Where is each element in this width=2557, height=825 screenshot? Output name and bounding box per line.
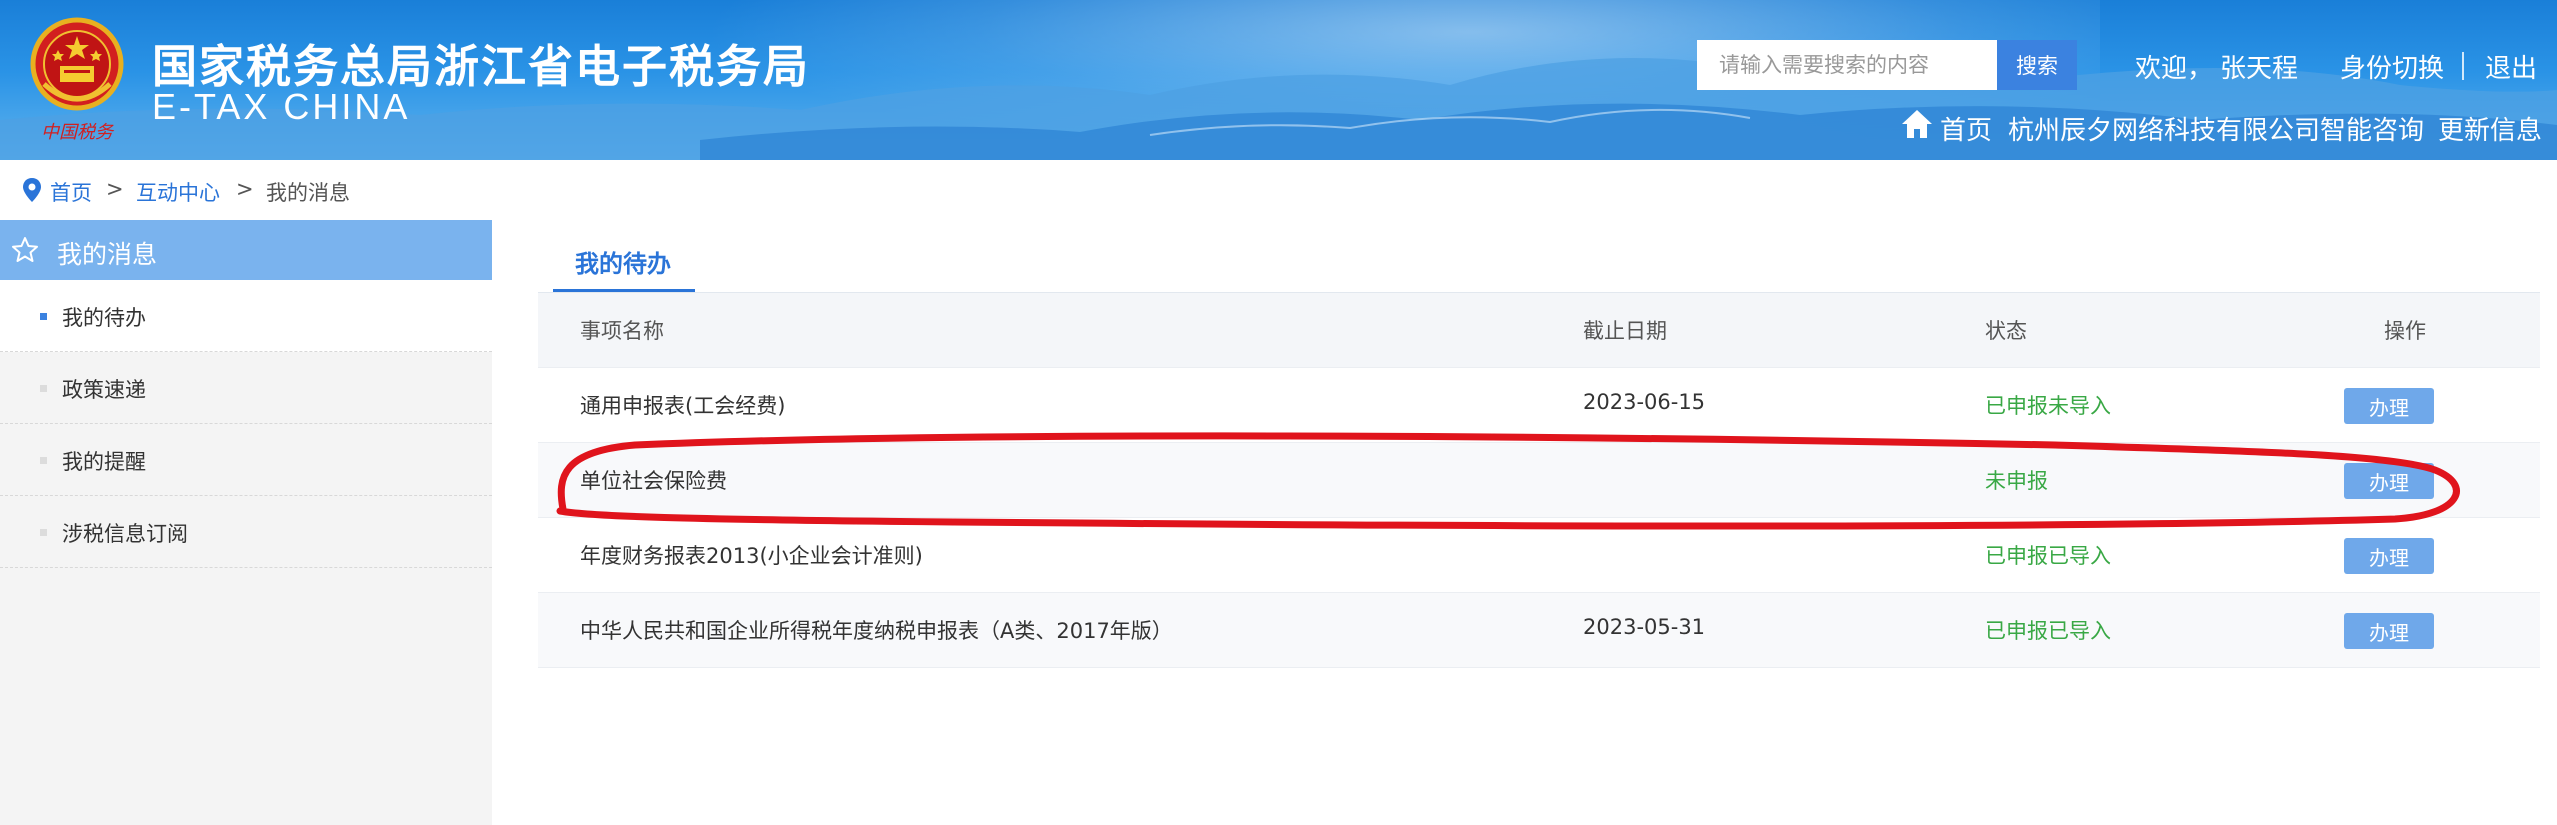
sidebar-item-my-reminders[interactable]: 我的提醒 [0,424,492,496]
row-status: 已申报未导入 [1985,394,2111,418]
row-deadline: 2023-05-31 [1583,615,1706,639]
tab-label: 我的待办 [575,250,671,278]
sidebar-item-label: 涉税信息订阅 [62,522,188,546]
handle-button[interactable]: 办理 [2344,388,2434,424]
row-item-name: 年度财务报表2013(小企业会计准则) [580,544,923,568]
bullet-icon [40,385,47,392]
sidebar-item-label: 政策速递 [62,378,146,402]
column-header-deadline: 截止日期 [1583,319,1667,343]
national-emblem-icon: 中国税务 [30,17,124,143]
row-status: 未申报 [1985,469,2048,493]
row-item-name: 中华人民共和国企业所得税年度纳税申报表（A类、2017年版） [580,619,1173,643]
switch-identity-link[interactable]: 身份切换 [2340,48,2444,85]
row-item-name: 单位社会保险费 [580,469,727,493]
star-icon [12,237,38,262]
bullet-icon [40,457,47,464]
breadcrumb-current: 我的消息 [266,181,350,205]
column-header-action: 操作 [2384,319,2426,343]
handle-button[interactable]: 办理 [2344,613,2434,649]
emblem-caption: 中国税务 [41,122,115,143]
row-item-name: 通用申报表(工会经费) [580,394,786,418]
username-link[interactable]: 张天程 [2220,48,2298,85]
logout-link[interactable]: 退出 [2485,48,2537,85]
handle-button[interactable]: 办理 [2344,538,2434,574]
row-status: 已申报已导入 [1985,619,2111,643]
top-links-divider [2462,52,2464,80]
table-row: 年度财务报表2013(小企业会计准则) 已申报已导入 办理 [538,518,2540,593]
bullet-icon [40,529,47,536]
nav-home-link[interactable]: 首页 [1940,110,1992,147]
home-icon[interactable] [1900,108,1934,140]
sidebar-title: 我的消息 [57,240,158,269]
sidebar-item-label: 我的提醒 [62,450,146,474]
sidebar-header[interactable]: 我的消息 [0,220,492,280]
tab-my-todo[interactable]: 我的待办 [553,230,695,292]
nav-company-link[interactable]: 杭州辰夕网络科技有限公司 [2008,110,2320,147]
sidebar-item-tax-info-subscription[interactable]: 涉税信息订阅 [0,496,492,568]
column-header-name: 事项名称 [580,319,664,343]
nav-update-link[interactable]: 更新信息 [2438,110,2542,147]
sidebar-item-label: 我的待办 [62,306,146,330]
location-pin-icon [23,178,41,202]
search-input[interactable] [1697,40,1997,90]
welcome-text: 欢迎， [2135,54,2214,84]
breadcrumb-home-link[interactable]: 首页 [50,177,92,207]
site-subtitle: E-TAX CHINA [152,86,411,127]
table-row: 中华人民共和国企业所得税年度纳税申报表（A类、2017年版） 2023-05-3… [538,593,2540,668]
breadcrumb-separator: > [236,177,254,201]
breadcrumb-interaction-center-link[interactable]: 互动中心 [136,177,220,207]
bullet-icon [40,313,47,320]
row-status: 已申报已导入 [1985,544,2111,568]
table-header-row: 事项名称 截止日期 状态 操作 [538,293,2540,368]
breadcrumb-separator: > [106,177,124,201]
table-row: 通用申报表(工会经费) 2023-06-15 已申报未导入 办理 [538,368,2540,443]
sidebar-item-my-todo[interactable]: 我的待办 [0,280,492,352]
handle-button[interactable]: 办理 [2344,463,2434,499]
site-header: 中国税务 国家税务总局浙江省电子税务局 E-TAX CHINA 搜索 欢迎， 张… [0,0,2557,160]
table-row: 单位社会保险费 未申报 办理 [538,443,2540,518]
nav-consult-link[interactable]: 智能咨询 [2320,110,2424,147]
sidebar-item-policy-express[interactable]: 政策速递 [0,352,492,424]
search-button[interactable]: 搜索 [1997,40,2077,90]
row-deadline: 2023-06-15 [1583,390,1706,414]
sidebar: 我的消息 我的待办 政策速递 我的提醒 涉税信息订阅 [0,220,492,825]
column-header-status: 状态 [1985,319,2027,343]
